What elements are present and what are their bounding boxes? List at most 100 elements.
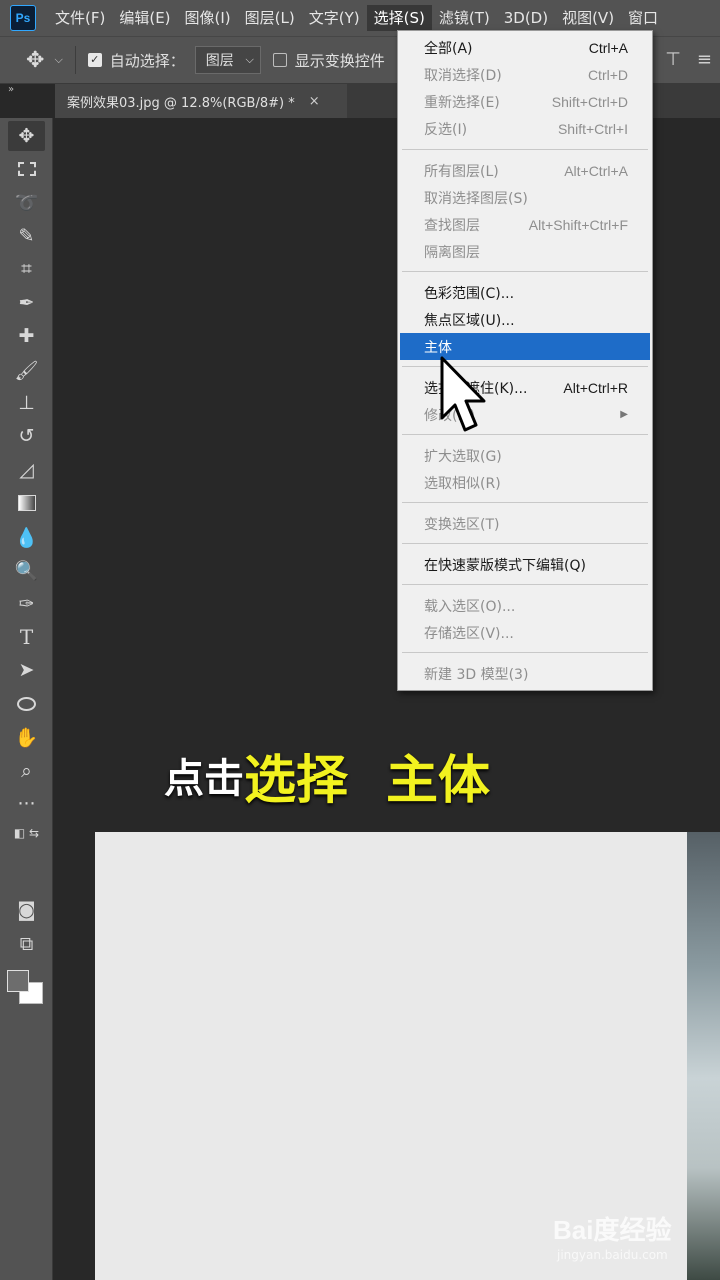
menu-item-similar[interactable]: 选取相似(R) [400,469,650,496]
menu-edit[interactable]: 编辑(E) [112,5,177,31]
menu-item-all-layers[interactable]: 所有图层(L) Alt+Ctrl+A [400,157,650,184]
tools-panel: ✥ ➰ ✎ ⌗ ✒ ✚ 🖌 ⊥ ↺ ◿ 💧 🔍 ✑ T ➤ ✋ ⌕ ··· ◧ … [0,118,53,1280]
menu-divider [402,502,648,503]
close-icon[interactable]: × [309,94,320,109]
menu-item-label: 选取相似(R) [424,475,501,492]
menu-item-deselect[interactable]: 取消选择(D) Ctrl+D [400,61,650,88]
menu-item-transform-selection[interactable]: 变换选区(T) [400,510,650,537]
stamp-icon: ⊥ [18,392,35,414]
menu-divider [402,652,648,653]
menu-item-deselect-layers[interactable]: 取消选择图层(S) [400,184,650,211]
menu-item-label: 查找图层 [424,217,480,234]
menu-item-isolate-layers[interactable]: 隔离图层 [400,238,650,265]
menu-image[interactable]: 图像(I) [178,5,238,31]
layer-dropdown[interactable]: 图层 ⌵ [194,46,261,74]
menu-3d[interactable]: 3D(D) [497,5,555,31]
type-tool-button[interactable]: T [0,621,53,653]
brush-icon: 🖌 [14,359,39,382]
crop-icon: ⌗ [21,258,32,280]
quick-mask-button[interactable]: ◙ [0,894,53,926]
quick-select-icon: ✎ [18,225,35,247]
zoom-tool-button[interactable]: ⌕ [0,755,53,787]
menu-file[interactable]: 文件(F) [48,5,112,31]
menu-window[interactable]: 窗口 [621,5,665,31]
more-tools-button[interactable]: ··· [0,788,53,820]
menu-view[interactable]: 视图(V) [555,5,621,31]
caption-highlight-text: 选择 [244,750,349,811]
menu-divider [402,584,648,585]
menu-item-color-range[interactable]: 色彩范围(C)... [400,279,650,306]
type-icon: T [19,625,34,649]
tutorial-caption: 点击 选择 主体 [164,740,490,811]
crop-tool-button[interactable]: ⌗ [0,253,53,285]
submenu-arrow-icon: ▶ [620,409,628,420]
menu-select[interactable]: 选择(S) [366,5,432,31]
menu-layer[interactable]: 图层(L) [238,5,302,31]
menu-item-new-3d-extrusion[interactable]: 新建 3D 模型(3) [400,660,650,687]
menu-item-label: 重新选择(E) [424,94,500,111]
blur-tool-button[interactable]: 💧 [0,521,53,553]
eyedropper-tool-button[interactable]: ✒ [0,287,53,319]
gradient-tool-button[interactable] [0,487,53,519]
clone-stamp-tool-button[interactable]: ⊥ [0,387,53,419]
menu-divider [402,434,648,435]
ellipse-tool-button[interactable] [0,688,53,720]
menu-item-inverse[interactable]: 反选(I) Shift+Ctrl+I [400,115,650,142]
quick-select-tool-button[interactable]: ✎ [0,220,53,252]
menu-item-load-selection[interactable]: 载入选区(O)... [400,592,650,619]
align-buttons: ⊤ ≡ [665,49,712,70]
menu-item-label: 色彩范围(C)... [424,285,515,302]
menu-item-focus-area[interactable]: 焦点区域(U)... [400,306,650,333]
move-tool-button[interactable]: ✥ [0,120,53,152]
hand-tool-button[interactable]: ✋ [0,721,53,753]
healing-brush-tool-button[interactable]: ✚ [0,320,53,352]
history-brush-tool-button[interactable]: ↺ [0,420,53,452]
path-selection-tool-button[interactable]: ➤ [0,654,53,686]
menu-item-reselect[interactable]: 重新选择(E) Shift+Ctrl+D [400,88,650,115]
menu-item-save-selection[interactable]: 存储选区(V)... [400,619,650,646]
baidu-watermark: Bai度经验 jingyan.baidu.com [553,1210,713,1270]
collapse-panel-icon[interactable]: » [8,84,14,95]
transform-controls-checkbox[interactable] [272,53,287,67]
screen-mode-button[interactable]: ⧉ [0,928,53,960]
menu-item-label: 反选(I) [424,121,468,138]
chevron-down-icon[interactable]: ⌵ [54,53,62,67]
align-top-icon[interactable]: ⊤ [665,49,681,70]
marquee-tool-button[interactable] [0,153,53,185]
menu-item-shortcut: Alt+Ctrl+A [564,162,628,179]
menu-item-quick-mask[interactable]: 在快速蒙版模式下编辑(Q) [400,551,650,578]
lasso-tool-button[interactable]: ➰ [0,186,53,218]
history-brush-icon: ↺ [18,425,35,447]
lasso-icon: ➰ [14,191,39,214]
dodge-icon: 🔍 [14,559,39,582]
pen-tool-button[interactable]: ✑ [0,588,53,620]
menu-item-find-layers[interactable]: 查找图层 Alt+Shift+Ctrl+F [400,211,650,238]
menu-filter[interactable]: 滤镜(T) [432,5,497,31]
swap-colors-button[interactable]: ◧ ⇆ [0,820,53,846]
divider [74,46,76,74]
brush-tool-button[interactable]: 🖌 [0,354,53,386]
marquee-icon [17,162,36,176]
arrow-icon: ➤ [18,659,35,681]
eraser-tool-button[interactable]: ◿ [0,454,53,486]
move-tool-icon[interactable]: ✥ [26,48,44,73]
document-tab[interactable]: 案例效果03.jpg @ 12.8%(RGB/8#) * × [55,84,347,118]
eraser-icon: ◿ [19,459,34,481]
auto-select-checkbox[interactable]: ✓ [87,53,102,67]
chevron-down-icon: ⌵ [245,53,254,66]
menu-item-select-all[interactable]: 全部(A) Ctrl+A [400,34,650,61]
quick-mask-icon: ◙ [17,899,36,921]
drop-icon: 💧 [14,526,39,549]
menu-item-label: 主体 [424,339,452,356]
ellipse-icon [17,697,36,711]
menu-type[interactable]: 文字(Y) [302,5,367,31]
document-tab-title: 案例效果03.jpg @ 12.8%(RGB/8#) * [67,95,295,111]
watermark-url: jingyan.baidu.com [557,1248,668,1262]
dodge-tool-button[interactable]: 🔍 [0,554,53,586]
menu-item-grow[interactable]: 扩大选取(G) [400,442,650,469]
align-middle-icon[interactable]: ≡ [697,49,712,70]
menu-item-shortcut: Ctrl+A [588,39,628,56]
more-icon: ··· [17,793,36,815]
foreground-color-swatch[interactable] [7,970,29,992]
menu-item-shortcut: Shift+Ctrl+D [551,93,628,110]
